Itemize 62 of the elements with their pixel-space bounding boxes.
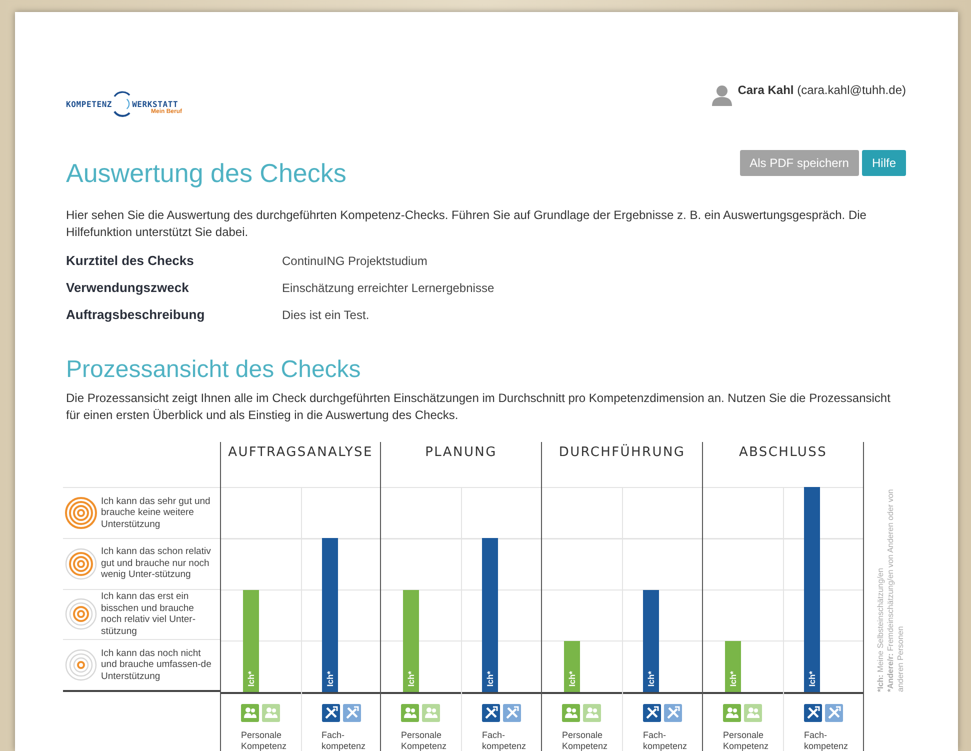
- target-icon: [65, 649, 97, 682]
- swoosh-icon: [113, 91, 132, 117]
- logo-text: WERKSTATT: [132, 100, 178, 108]
- people-icon: [422, 704, 440, 722]
- bar-label: Ich*: [406, 671, 416, 687]
- dimension-label: Personale Kompetenz: [562, 730, 609, 751]
- level-label: Ich kann das schon relativ gut und brauche nur noch wenig Unter-stützung: [101, 546, 212, 581]
- section-intro: Die Prozessansicht zeigt Ihnen alle im Check durchgeführten Einschätzungen im Durchschnitt pro Kompetenzdimension an. Nutzen Sie die Prozessansicht für einen ersten Überblick und als Einstieg in die Auswertung des Checks.: [66, 390, 892, 424]
- people-icon: [583, 704, 601, 722]
- people-icon: [744, 704, 762, 722]
- column-header: AUFTRAGSANALYSE: [220, 442, 381, 487]
- dimension-label: Personale Kompetenz: [723, 730, 770, 751]
- tools-icon: [643, 704, 661, 722]
- bar-label: Ich*: [567, 671, 577, 687]
- dimension-label: Personale Kompetenz: [241, 730, 288, 751]
- tools-icon: [342, 704, 360, 722]
- bar-label: Ich*: [646, 671, 656, 687]
- level-label: Ich kann das sehr gut und brauche keine weitere Unterstützung: [101, 496, 212, 530]
- target-icon: [65, 496, 97, 529]
- level-label: Ich kann das noch nicht und brauche umfassen-de Unterstützung: [101, 648, 212, 682]
- user-icon: [712, 84, 732, 106]
- dimension-label: Fach-kompetenz: [804, 730, 850, 751]
- tools-icon: [804, 704, 822, 722]
- user-name: Cara Kahl (cara.kahl@tuhh.de): [738, 83, 906, 97]
- save-pdf-button[interactable]: Als PDF speichern: [740, 150, 859, 176]
- logo-text: KOMPETENZ: [66, 100, 112, 108]
- column-header: PLANUNG: [381, 442, 542, 487]
- dimension-label: Fach-kompetenz: [482, 730, 528, 751]
- column-header: DURCHFÜHRUNG: [542, 442, 703, 487]
- tools-icon: [503, 704, 521, 722]
- page-title: Auswertung des Checks: [66, 158, 346, 189]
- level-label: Ich kann das erst ein bisschen und brauche noch relativ viel Unter-stützung: [101, 591, 197, 638]
- target-icon: [65, 548, 97, 580]
- detail-label: Kurztitel des Checks: [66, 253, 195, 268]
- help-button[interactable]: Hilfe: [862, 150, 906, 176]
- detail-value: Einschätzung erreichter Lernergebnisse: [282, 280, 496, 294]
- tools-icon: [664, 704, 682, 722]
- detail-label: Verwendungszweck: [66, 280, 190, 295]
- people-icon: [262, 704, 280, 722]
- people-icon: [562, 704, 580, 722]
- bar-label: Ich*: [246, 671, 256, 687]
- bar-label: Ich*: [807, 671, 817, 687]
- detail-value: Dies ist ein Test.: [282, 308, 370, 322]
- tools-icon: [482, 704, 500, 722]
- people-icon: [723, 704, 741, 722]
- tools-icon: [825, 704, 843, 722]
- dimension-label: Personale Kompetenz: [401, 730, 448, 751]
- bar-label: Ich*: [728, 671, 738, 687]
- intro-text: Hier sehen Sie die Auswertung des durchgeführten Kompetenz-Checks. Führen Sie auf Grundlage der Ergebnisse z. B. ein Auswertungsgespräch. Die Hilfefunktion unterstützt Sie dabei.: [66, 207, 868, 241]
- dimension-label: Fach-kompetenz: [643, 730, 688, 751]
- footnote: *Andere/r: Fremdeinschätzung/en von Anderen oder von anderen Personen: [886, 488, 906, 692]
- bar-label: Ich*: [324, 671, 334, 687]
- people-icon: [401, 704, 419, 722]
- footnote: *Ich: Meine Selbsteinschätzung/en: [876, 566, 886, 692]
- bar-label: Ich*: [485, 671, 495, 687]
- dimension-label: Fach-kompetenz: [322, 730, 367, 751]
- people-icon: [241, 704, 259, 722]
- target-icon: [65, 598, 97, 630]
- section-title: Prozessansicht des Checks: [66, 356, 362, 384]
- detail-label: Auftragsbeschreibung: [66, 307, 206, 322]
- detail-value: ContinuING Projektstudium: [282, 254, 428, 268]
- tools-icon: [322, 704, 340, 722]
